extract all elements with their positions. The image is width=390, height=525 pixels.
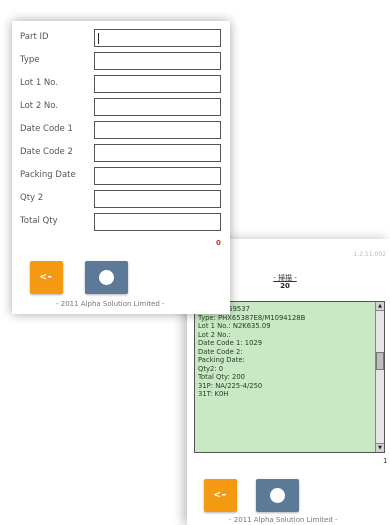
lot1-input[interactable] — [94, 75, 221, 93]
circle-icon — [99, 270, 114, 285]
field-row-lot2: Lot 2 No. — [20, 98, 225, 118]
field-row-total-qty: Total Qty — [20, 213, 225, 233]
vertical-scrollbar[interactable]: ▲ ▼ — [375, 302, 384, 452]
field-label: Packing Date — [20, 170, 76, 180]
scrollbar-thumb[interactable] — [376, 352, 384, 370]
footer-copyright: - 2011 Alpha Solution Limited - — [229, 516, 338, 524]
total-qty-input[interactable] — [94, 213, 221, 231]
scan-form-panel: Part ID Type Lot 1 No. Lot 2 No. Date Co… — [12, 21, 230, 314]
ok-button[interactable] — [256, 479, 299, 512]
text-cursor — [98, 33, 99, 44]
info-line: 31P: NA/225-4/250 — [198, 381, 263, 390]
field-label: Part ID — [20, 32, 49, 42]
field-label: Date Code 1 — [20, 124, 73, 134]
info-line: Type: PHX65387E8/M1094128B — [198, 313, 306, 322]
date-code-1-input[interactable] — [94, 121, 221, 139]
type-input[interactable] — [94, 52, 221, 70]
info-lines: 935291059537 Type: PHX65387E8/M1094128B … — [198, 305, 373, 399]
field-label: Total Qty — [20, 216, 58, 226]
field-row-date-code-1: Date Code 1 — [20, 121, 225, 141]
info-line: Packing Date: — [198, 356, 245, 364]
back-button-label: <- — [39, 270, 54, 283]
field-row-date-code-2: Date Code 2 — [20, 144, 225, 164]
field-row-lot1: Lot 1 No. — [20, 75, 225, 95]
lot2-input[interactable] — [94, 98, 221, 116]
back-button[interactable]: <- — [204, 479, 237, 512]
back-button[interactable]: <- — [30, 261, 63, 294]
field-row-qty2: Qty 2 — [20, 190, 225, 210]
scan-info-textarea[interactable]: 935291059537 Type: PHX65387E8/M1094128B … — [194, 301, 385, 453]
packing-date-input[interactable] — [94, 167, 221, 185]
back-button-label: <- — [213, 488, 228, 501]
field-label: Type — [20, 55, 40, 65]
date-code-2-input[interactable] — [94, 144, 221, 162]
info-line: Lot 1 No.: N2K635.09 — [198, 322, 271, 330]
scan-total-count: 20 — [280, 282, 290, 290]
field-label: Qty 2 — [20, 193, 44, 203]
ok-button[interactable] — [85, 261, 128, 294]
qty2-input[interactable] — [94, 190, 221, 208]
arrow-down-icon[interactable]: ▼ — [376, 443, 384, 452]
part-id-input[interactable] — [94, 29, 221, 47]
field-label: Date Code 2 — [20, 147, 73, 157]
info-line: Qty2: 0 — [198, 364, 224, 373]
field-label: Lot 2 No. — [20, 101, 59, 111]
info-line: Total Qty: 200 — [198, 373, 245, 381]
footer-copyright: - 2011 Alpha Solution Limited - — [56, 300, 165, 308]
info-line: Date Code 2: — [198, 347, 243, 356]
scan-count: 0 — [216, 239, 221, 247]
version-label: 1.2.11.002 — [353, 251, 386, 258]
info-line: 31T: K0H — [198, 390, 229, 398]
field-row-packing-date: Packing Date — [20, 167, 225, 187]
field-row-type: Type — [20, 52, 225, 72]
field-row-part-id: Part ID — [20, 29, 225, 49]
page-counter: 1 — [383, 457, 388, 465]
field-label: Lot 1 No. — [20, 78, 59, 88]
arrow-up-icon[interactable]: ▲ — [376, 302, 384, 311]
info-line: Lot 2 No.: — [198, 330, 231, 339]
info-line: Date Code 1: 1029 — [198, 339, 263, 347]
circle-icon — [270, 488, 285, 503]
